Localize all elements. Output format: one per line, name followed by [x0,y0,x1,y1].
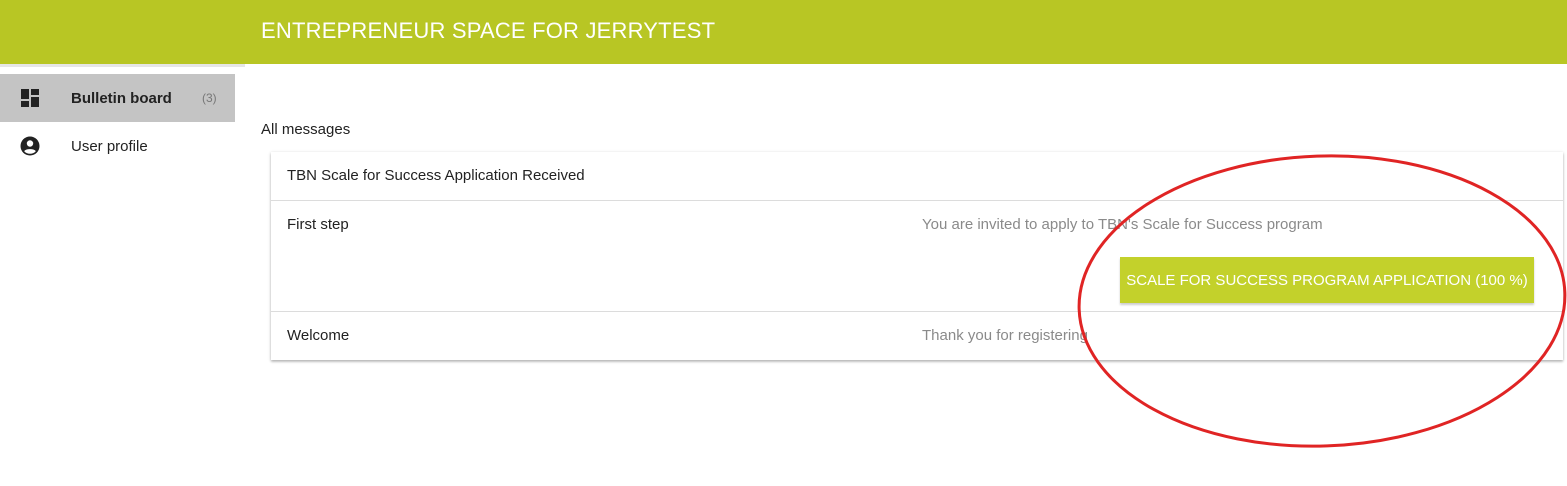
message-card-header: TBN Scale for Success Application Receiv… [271,152,1563,201]
sidebar-item-label: User profile [71,137,148,155]
message-row: Welcome Thank you for registering [271,312,1563,360]
message-row-description: Thank you for registering [922,327,1088,344]
sidebar-item-bulletin-board[interactable]: Bulletin board (3) [0,74,235,122]
app-title: ENTREPRENEUR SPACE FOR JERRYTEST [261,18,716,43]
message-subject: TBN Scale for Success Application Receiv… [287,167,585,184]
sidebar-item-label: Bulletin board [71,89,172,107]
sidebar-item-user-profile[interactable]: User profile [0,122,235,170]
message-row-title: Welcome [287,327,350,344]
message-row: First step You are invited to apply to T… [271,201,1563,312]
messages-card: TBN Scale for Success Application Receiv… [271,152,1563,360]
message-count-badge: (3) [202,91,217,105]
account-circle-icon [20,136,40,156]
sidebar-divider [0,64,245,67]
program-application-button[interactable]: SCALE FOR SUCCESS PROGRAM APPLICATION (1… [1120,257,1534,303]
message-row-description: You are invited to apply to TBN's Scale … [922,216,1323,233]
dashboard-icon [21,89,39,107]
app-header: ENTREPRENEUR SPACE FOR JERRYTEST [0,0,1567,64]
section-title: All messages [261,121,351,138]
message-row-title: First step [287,216,349,233]
